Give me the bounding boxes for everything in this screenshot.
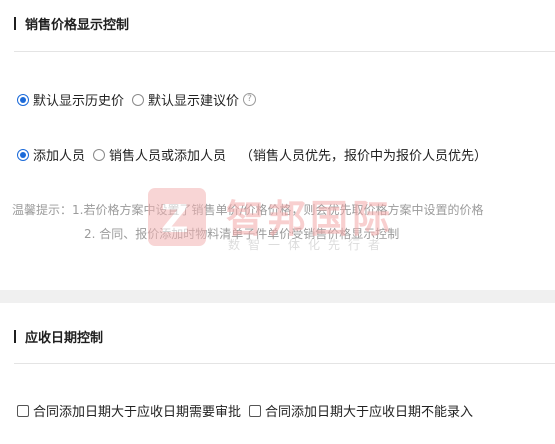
- radio-add-person-dot[interactable]: [17, 148, 29, 161]
- checkbox-cannot-enter[interactable]: 合同添加日期大于应收日期不能录入: [249, 401, 473, 420]
- receivable-section-divider: [14, 363, 555, 364]
- receivable-section-title-text: 应收日期控制: [25, 331, 104, 346]
- price-display-radio-group: 默认显示历史价 默认显示建议价 ?: [17, 90, 264, 109]
- watermark-subtitle: 数智一体化先行者: [228, 238, 389, 252]
- watermark-logo-letter: Z: [161, 197, 189, 241]
- receivable-checkbox-group: 合同添加日期大于应收日期需要审批 合同添加日期大于应收日期不能录入: [17, 401, 481, 420]
- watermark: Z 智邦国际 数智一体化先行者: [148, 188, 418, 254]
- price-section-title-text: 销售价格显示控制: [25, 18, 130, 33]
- checkbox-cannot-enter-box[interactable]: [249, 404, 262, 417]
- radio-suggested-price[interactable]: 默认显示建议价 ?: [132, 90, 257, 109]
- checkbox-need-approval[interactable]: 合同添加日期大于应收日期需要审批: [17, 401, 241, 420]
- price-section-title: 销售价格显示控制: [14, 14, 129, 33]
- checkbox-cannot-enter-label: 合同添加日期大于应收日期不能录入: [265, 405, 474, 420]
- priority-note: （销售人员优先，报价中为报价人员优先）: [240, 149, 488, 164]
- watermark-title: 智邦国际: [226, 197, 395, 241]
- checkbox-need-approval-box[interactable]: [17, 404, 29, 417]
- radio-history-price-label: 默认显示历史价: [33, 94, 125, 109]
- radio-add-person-label: 添加人员: [33, 149, 86, 164]
- watermark-logo: Z: [148, 188, 206, 246]
- section-title-bar: [14, 17, 16, 30]
- radio-add-person[interactable]: 添加人员: [17, 145, 85, 164]
- radio-suggested-price-dot[interactable]: [132, 93, 145, 106]
- price-section-divider: [14, 51, 555, 52]
- radio-history-price-dot[interactable]: [17, 93, 29, 106]
- question-circle-icon[interactable]: ?: [243, 93, 257, 106]
- radio-sales-or-add-person[interactable]: 销售人员或添加人员: [93, 145, 226, 164]
- radio-history-price[interactable]: 默认显示历史价: [17, 90, 124, 109]
- section-title-bar: [14, 330, 16, 343]
- person-radio-group: 添加人员 销售人员或添加人员 （销售人员优先，报价中为报价人员优先）: [17, 145, 487, 164]
- radio-suggested-price-label: 默认显示建议价: [148, 94, 240, 109]
- radio-sales-or-add-person-label: 销售人员或添加人员: [109, 149, 227, 164]
- receivable-section-title: 应收日期控制: [14, 327, 103, 346]
- checkbox-need-approval-label: 合同添加日期大于应收日期需要审批: [33, 405, 242, 420]
- radio-sales-or-add-person-dot[interactable]: [93, 148, 106, 161]
- section-separator-band: [0, 290, 555, 303]
